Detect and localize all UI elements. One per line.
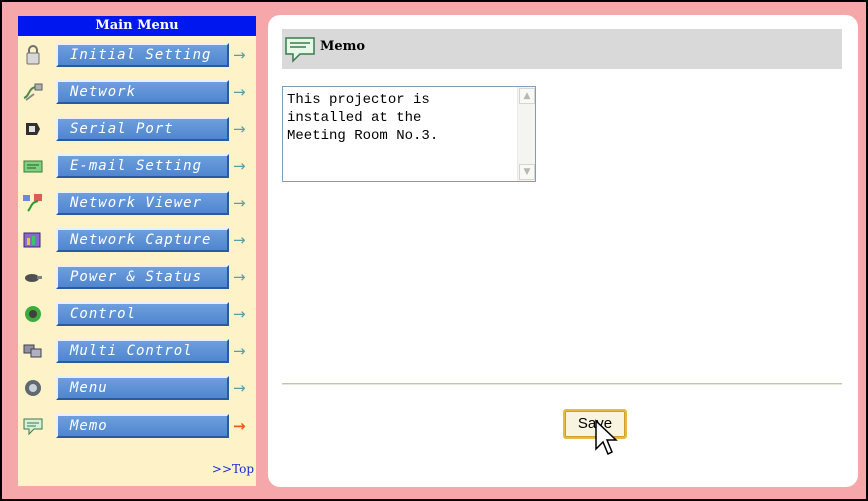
menu-button-network[interactable]: Network bbox=[56, 80, 229, 104]
browser-frame: Main Menu Initial Setting → Network → Se… bbox=[0, 0, 868, 501]
memo-icon bbox=[22, 416, 44, 436]
top-link[interactable]: >>Top bbox=[212, 462, 254, 476]
menu-item-email-setting[interactable]: E-mail Setting → bbox=[18, 154, 256, 178]
email-icon bbox=[22, 156, 44, 176]
serial-port-icon bbox=[22, 119, 44, 139]
menu-button-power-status[interactable]: Power & Status bbox=[56, 265, 229, 289]
divider bbox=[282, 383, 842, 385]
arrow-right-icon: → bbox=[233, 342, 246, 360]
menu-item-power-status[interactable]: Power & Status → bbox=[18, 265, 256, 289]
menu-button-control[interactable]: Control bbox=[56, 302, 229, 326]
content-panel: Memo This projector is installed at the … bbox=[268, 15, 858, 487]
arrow-right-icon: → bbox=[233, 305, 246, 323]
network-viewer-icon bbox=[22, 193, 44, 213]
network-cable-icon bbox=[22, 82, 44, 102]
menu-item-multi-control[interactable]: Multi Control → bbox=[18, 339, 256, 363]
menu-item-memo[interactable]: Memo → bbox=[18, 414, 256, 438]
scroll-down-icon[interactable]: ▼ bbox=[519, 164, 535, 180]
mouse-pointer-icon bbox=[594, 419, 620, 459]
arrow-right-icon: → bbox=[233, 46, 246, 64]
menu-button-network-capture[interactable]: Network Capture bbox=[56, 228, 229, 252]
menu-item-serial-port[interactable]: Serial Port → bbox=[18, 117, 256, 141]
page-title-bar: Memo bbox=[282, 29, 842, 69]
page-title: Memo bbox=[320, 39, 366, 54]
memo-textarea[interactable]: This projector is installed at the Meeti… bbox=[282, 86, 536, 182]
control-icon bbox=[22, 304, 44, 324]
memo-scrollbar[interactable]: ▲ ▼ bbox=[517, 87, 535, 181]
power-status-icon bbox=[22, 267, 44, 287]
menu-button-multi-control[interactable]: Multi Control bbox=[56, 339, 229, 363]
scroll-up-icon[interactable]: ▲ bbox=[519, 88, 535, 104]
menu-button-initial-setting[interactable]: Initial Setting bbox=[56, 43, 229, 67]
arrow-right-icon: → bbox=[233, 231, 246, 249]
menu-item-network[interactable]: Network → bbox=[18, 80, 256, 104]
menu-button-menu[interactable]: Menu bbox=[56, 376, 229, 400]
menu-item-menu[interactable]: Menu → bbox=[18, 376, 256, 400]
network-capture-icon bbox=[22, 230, 44, 250]
arrow-right-icon: → bbox=[233, 268, 246, 286]
menu-icon bbox=[22, 378, 44, 398]
multi-control-icon bbox=[22, 341, 44, 361]
menu-button-serial-port[interactable]: Serial Port bbox=[56, 117, 229, 141]
menu-item-initial-setting[interactable]: Initial Setting → bbox=[18, 43, 256, 67]
lock-icon bbox=[22, 45, 44, 65]
main-menu-header: Main Menu bbox=[18, 16, 256, 36]
arrow-right-icon: → bbox=[233, 157, 246, 175]
menu-button-memo[interactable]: Memo bbox=[56, 414, 229, 438]
menu-button-email-setting[interactable]: E-mail Setting bbox=[56, 154, 229, 178]
menu-item-control[interactable]: Control → bbox=[18, 302, 256, 326]
arrow-right-icon: → bbox=[233, 194, 246, 212]
arrow-right-icon: → bbox=[233, 417, 246, 435]
arrow-right-icon: → bbox=[233, 83, 246, 101]
menu-item-network-viewer[interactable]: Network Viewer → bbox=[18, 191, 256, 215]
arrow-right-icon: → bbox=[233, 120, 246, 138]
memo-icon bbox=[284, 35, 316, 63]
arrow-right-icon: → bbox=[233, 379, 246, 397]
memo-text[interactable]: This projector is installed at the Meeti… bbox=[287, 91, 511, 145]
menu-item-network-capture[interactable]: Network Capture → bbox=[18, 228, 256, 252]
menu-button-network-viewer[interactable]: Network Viewer bbox=[56, 191, 229, 215]
main-menu: Main Menu Initial Setting → Network → Se… bbox=[18, 16, 256, 486]
